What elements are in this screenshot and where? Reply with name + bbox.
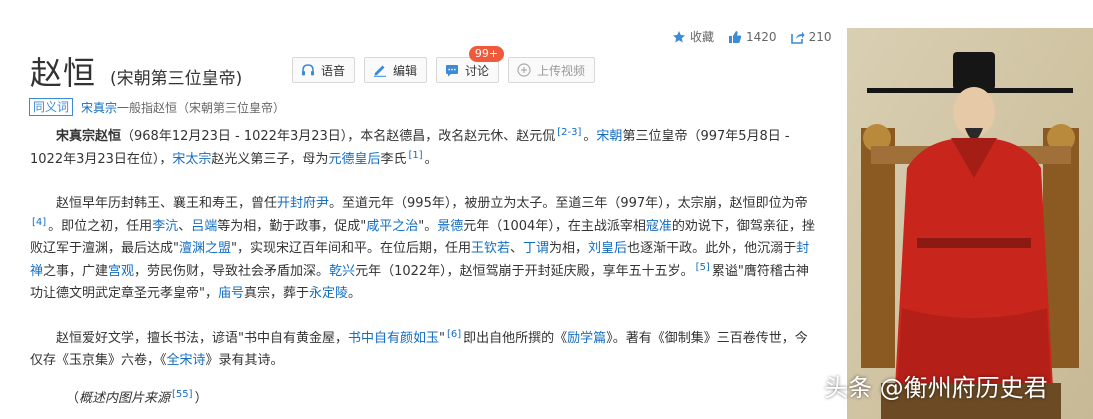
link-temple-name[interactable]: 庙号 [218,286,244,301]
share-icon [790,31,805,44]
text: （ [66,390,80,406]
text: 。 [348,286,362,301]
title-row: 赵恒 (宋朝第三位皇帝) [30,48,242,94]
synonym-row: 同义词 宋真宗 一般指赵恒（宋朝第三位皇帝） [29,98,285,116]
synonym-tag[interactable]: 同义词 [29,98,74,116]
plus-circle-icon [517,63,531,77]
lead-term: 宋真宗赵恒 [56,129,122,144]
link-ding-wei[interactable]: 丁谓 [523,241,549,256]
summary-paragraph-2: 赵恒早年历封韩王、襄王和寿王，曾任开封府尹。至道元年（995年），被册立为太子。… [30,193,816,306]
share-count: 210 [808,29,832,44]
link-song-taizong[interactable]: 宋太宗 [172,152,211,167]
link-kou-zhun[interactable]: 寇准 [646,219,672,234]
text: 。即位之初，任用 [48,218,153,234]
text: 。至道元年（995年），被册立为太子。至道三年（997年），太宗崩，赵恒即位为帝 [329,196,808,211]
link-empress-liu[interactable]: 刘皇后 [588,241,627,256]
link-yanruyu[interactable]: 书中自有颜如玉 [348,331,439,346]
citation-link[interactable]: [5] [696,262,710,273]
text: "。 [418,218,438,234]
image-source-label: 概述内图片来源 [79,390,171,406]
text: 等为相，勤于政事，促成" [217,218,367,234]
voice-label: 语音 [321,63,346,78]
action-bar: 语音 编辑 讨论 99+ 上传视频 [292,46,604,83]
pencil-icon [374,65,387,77]
link-jingde[interactable]: 景德 [437,219,463,234]
upload-video-button[interactable]: 上传视频 [508,57,596,83]
link-gongguan[interactable]: 宫观 [108,264,134,279]
text: （968年12月23日 - 1022年3月23日），本名赵德昌，改名赵元休、赵元… [121,129,556,144]
text: 》录有其诗。 [205,353,284,368]
link-quan-song-shi[interactable]: 全宋诗 [167,353,206,368]
link-xianping-rule[interactable]: 咸平之治 [366,219,418,234]
text: 之事，广建 [43,263,109,279]
text: 。 [424,151,438,167]
citation-link[interactable]: [6] [447,329,461,340]
discuss-button[interactable]: 讨论 99+ [436,46,505,83]
discuss-label: 讨论 [465,63,490,78]
citation-link[interactable]: [55] [172,389,193,400]
image-source-note: （概述内图片来源 [55]） [66,388,816,411]
link-yongding-tomb[interactable]: 永定陵 [309,286,348,301]
text: 、 [178,218,192,234]
headphones-icon [302,64,314,76]
share-button[interactable]: 210 [790,29,832,44]
text: ） [194,390,208,406]
discuss-count-badge: 99+ [468,46,505,62]
like-count: 1420 [746,29,777,44]
citation-link[interactable]: [4] [32,217,46,228]
link-qianxing[interactable]: 乾兴 [329,264,355,279]
link-yuande-empress[interactable]: 元德皇后 [328,152,380,167]
link-wang-qinruo[interactable]: 王钦若 [471,241,510,256]
summary-content: 宋真宗赵恒（968年12月23日 - 1022年3月23日），本名赵德昌，改名赵… [30,126,816,410]
citation-link[interactable]: [2-3] [557,127,581,138]
voice-button[interactable]: 语音 [292,57,356,83]
portrait-painting [847,28,1093,419]
link-song-dynasty[interactable]: 宋朝 [596,129,622,144]
emperor-portrait-image[interactable] [847,28,1093,419]
synonym-description: 一般指赵恒（宋朝第三位皇帝） [117,100,286,115]
favorite-label: 收藏 [690,30,715,44]
stats-bar: 收藏 1420 210 [672,28,845,45]
summary-paragraph-1: 宋真宗赵恒（968年12月23日 - 1022年3月23日），本名赵德昌，改名赵… [30,126,816,171]
edit-label: 编辑 [393,63,418,78]
link-lu-duan[interactable]: 吕端 [191,219,217,234]
text: 李氏 [380,151,407,167]
link-lixuepian[interactable]: 励学篇 [567,331,606,346]
text: " [439,330,445,346]
page-subtitle: (宋朝第三位皇帝) [110,68,243,89]
text: 真宗，葬于 [244,286,310,301]
edit-button[interactable]: 编辑 [364,57,428,83]
text: 。 [583,129,597,144]
upload-video-label: 上传视频 [537,63,586,78]
text: 为相， [549,241,589,256]
citation-link[interactable]: [1] [408,150,422,161]
text: 赵恒早年历封韩王、襄王和寿王，曾任 [56,196,278,211]
like-button[interactable]: 1420 [728,30,777,44]
summary-paragraph-3: 赵恒爱好文学，擅长书法，谚语"书中自有黄金屋，书中自有颜如玉" [6] 即出自他所撰… [30,328,816,373]
text: 也逐渐干政。此外，他沉溺于 [627,241,797,256]
page-title: 赵恒 [30,54,97,92]
thumbs-up-icon [729,30,742,43]
text: 元年（1022年），赵恒驾崩于开封延庆殿，享年五十五岁。 [355,263,694,279]
link-chanyuan-treaty[interactable]: 澶渊之盟 [179,241,231,256]
text: 赵恒爱好文学，擅长书法，谚语"书中自有黄金屋， [56,330,348,346]
text: 即出自他所撰的《 [463,330,568,346]
text: 、 [510,241,524,256]
watermark-text: 头条 @衡州府历史君 [824,374,1048,402]
text: ，劳民伤财，导致社会矛盾加深。 [134,263,330,279]
link-li-hang[interactable]: 李沆 [152,219,178,234]
synonym-term-link[interactable]: 宋真宗 [81,99,117,116]
text: "，实现宋辽百年间和平。在位后期，任用 [231,241,471,256]
favorite-button[interactable]: 收藏 [672,28,714,45]
text: 元年（1004年），在主战派宰相 [463,218,646,234]
star-icon [673,30,685,42]
comment-icon [446,65,459,77]
link-kaifeng-prefect[interactable]: 开封府尹 [277,196,329,211]
text: 赵光义第三子，母为 [211,151,329,167]
